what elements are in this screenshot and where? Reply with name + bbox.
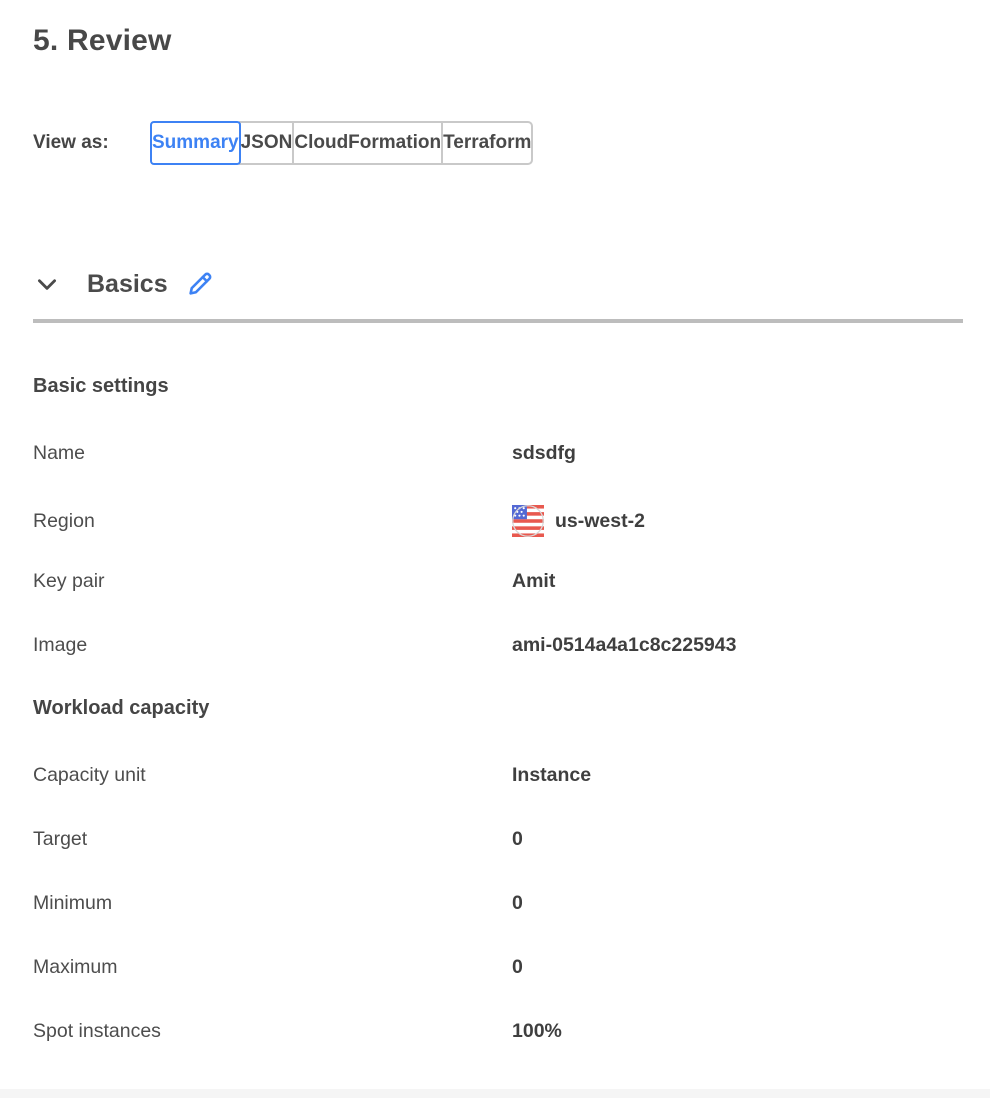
row-label: Capacity unit: [33, 764, 512, 787]
row-label: Region: [33, 510, 512, 533]
key-value-row: Name: [33, 441, 963, 465]
tab-json[interactable]: JSON: [239, 121, 295, 165]
view-as-tab-group: SummaryJSONCloudFormationTerraform: [150, 121, 963, 165]
settings-group: Workload capacity Capacity unit: [33, 697, 963, 1043]
settings-group: Basic settings Name: [33, 375, 963, 657]
row-label: Minimum: [33, 892, 512, 915]
row-value: ami-0514a4a1c8c225943: [512, 634, 736, 657]
tab-label: Terraform: [443, 132, 531, 154]
tab-label: Summary: [152, 132, 239, 154]
tab-cloudformation[interactable]: CloudFormation: [292, 121, 443, 165]
row-value: 0: [512, 892, 523, 915]
review-page: 5. Review View as: SummaryJSONCloudForma…: [0, 0, 990, 1043]
summary-groups: Basic settings Name: [33, 375, 963, 1043]
row-value: Instance: [512, 764, 591, 787]
row-value: 100%: [512, 1020, 562, 1043]
tab-label: JSON: [241, 132, 293, 154]
tab-summary[interactable]: Summary: [150, 121, 241, 165]
basics-section-header: Basics: [33, 267, 963, 301]
row-label: Spot instances: [33, 1020, 512, 1043]
view-as-label: View as:: [33, 132, 150, 154]
next-section-strip: [0, 1089, 990, 1098]
key-value-row: Spot instances: [33, 1019, 963, 1043]
row-label: Maximum: [33, 956, 512, 979]
chevron-down-icon[interactable]: [33, 270, 61, 298]
row-label: Name: [33, 442, 512, 465]
view-as-row: View as: SummaryJSONCloudFormationTerraf…: [33, 121, 963, 165]
us-flag-icon: [512, 505, 544, 537]
group-title: Workload capacity: [33, 697, 963, 721]
row-label: Target: [33, 828, 512, 851]
row-label: Image: [33, 634, 512, 657]
group-title: Basic settings: [33, 375, 963, 399]
key-value-row: Image: [33, 633, 963, 657]
key-value-row: Target: [33, 827, 963, 851]
row-value: 0: [512, 956, 523, 979]
key-value-row: Region: [33, 505, 963, 529]
key-value-row: Key pair: [33, 569, 963, 593]
key-value-row: Minimum: [33, 891, 963, 915]
page-title: 5. Review: [33, 23, 963, 59]
section-title: Basics: [87, 270, 168, 299]
key-value-row: Maximum: [33, 955, 963, 979]
row-value: us-west-2: [555, 510, 645, 533]
key-value-row: Capacity unit: [33, 763, 963, 787]
row-label: Key pair: [33, 570, 512, 593]
row-value: Amit: [512, 570, 555, 593]
row-value: 0: [512, 828, 523, 851]
section-divider: [33, 319, 963, 323]
pencil-edit-icon[interactable]: [184, 268, 216, 300]
row-value: sdsdfg: [512, 442, 576, 465]
tab-terraform[interactable]: Terraform: [441, 121, 533, 165]
tab-label: CloudFormation: [294, 132, 441, 154]
